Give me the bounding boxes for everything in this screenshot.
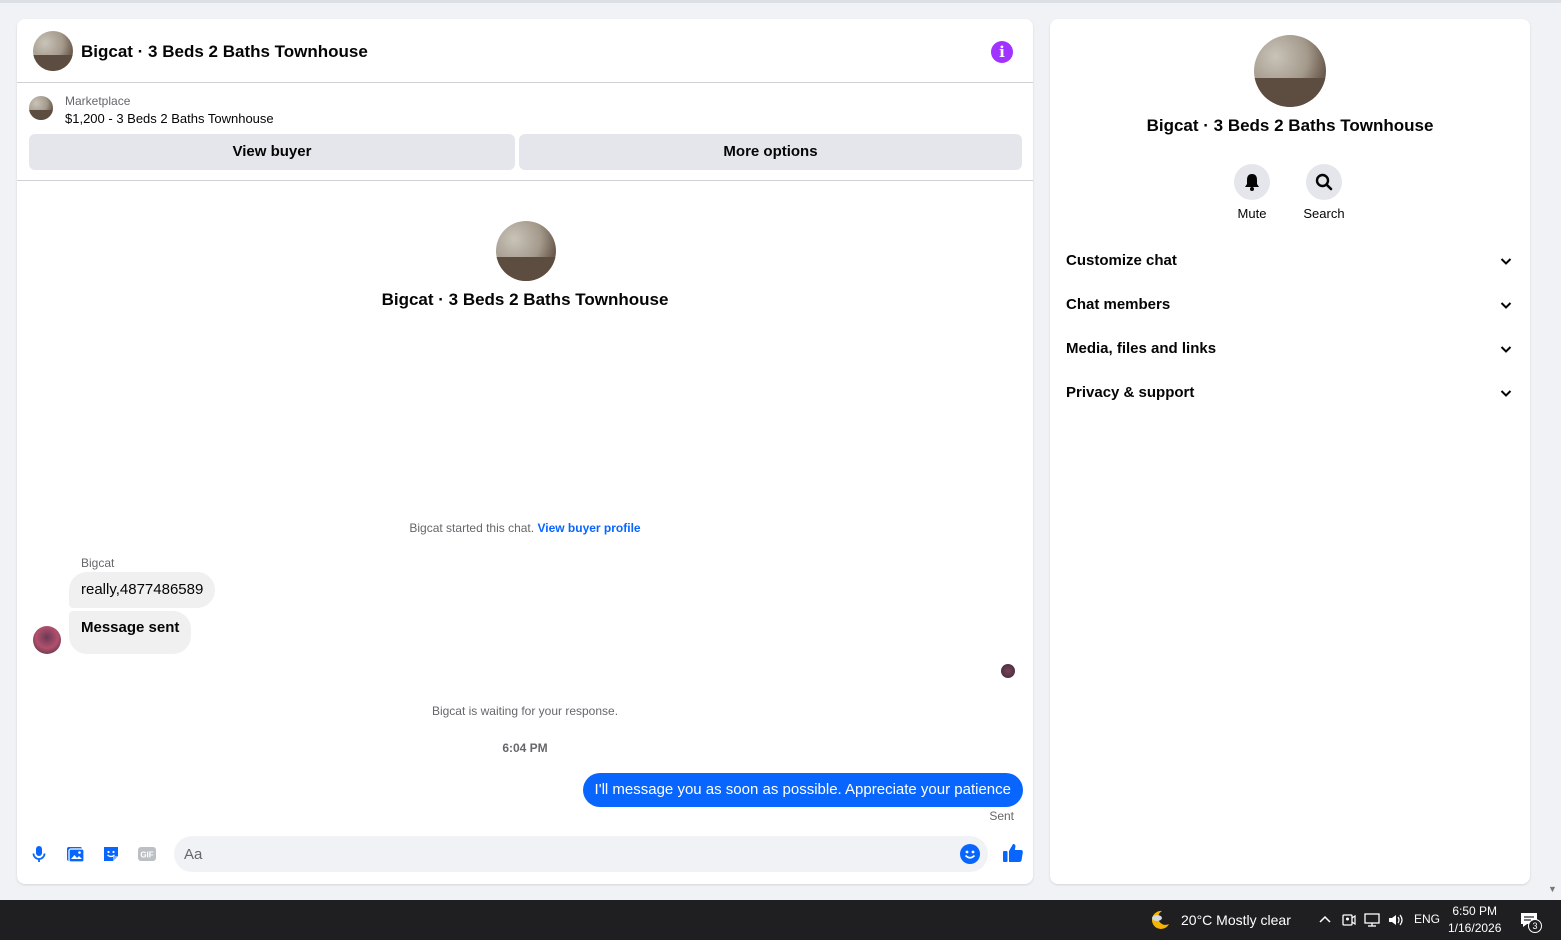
customize-chat-section[interactable]: Customize chat (1050, 239, 1530, 283)
chevron-up-icon[interactable] (1316, 911, 1334, 929)
mute-label: Mute (1237, 206, 1267, 221)
message-status: Sent (989, 809, 1014, 823)
section-label: Media, files and links (1066, 340, 1217, 357)
search-button[interactable]: Search (1294, 164, 1354, 221)
outgoing-message[interactable]: I'll message you as soon as possible. Ap… (582, 773, 1023, 807)
details-panel: Bigcat · 3 Beds 2 Baths Townhouse Mute S… (1050, 19, 1530, 884)
chevron-down-icon (1500, 258, 1512, 265)
conversation-avatar (496, 221, 556, 281)
read-receipt-avatar (1001, 664, 1015, 678)
mute-button[interactable]: Mute (1222, 164, 1282, 221)
search-label: Search (1303, 206, 1345, 221)
view-buyer-button[interactable]: View buyer (29, 134, 515, 170)
top-border (0, 0, 1561, 3)
search-icon[interactable] (1306, 164, 1342, 200)
started-text: Bigcat started this chat. (409, 521, 535, 535)
microphone-icon[interactable] (29, 844, 49, 864)
chevron-down-icon (1500, 302, 1512, 309)
marketplace-banner: Marketplace $1,200 - 3 Beds 2 Baths Town… (17, 83, 1033, 133)
photo-icon[interactable] (65, 844, 85, 864)
details-avatar (1254, 35, 1326, 107)
message-input[interactable] (184, 836, 944, 872)
moon-icon[interactable] (1148, 908, 1172, 932)
more-options-button[interactable]: More options (519, 134, 1022, 170)
listing-avatar[interactable] (33, 31, 73, 71)
chevron-down-icon (1500, 390, 1512, 397)
message-timestamp: 6:04 PM (502, 741, 548, 755)
section-label: Privacy & support (1066, 384, 1195, 401)
chat-header: Bigcat · 3 Beds 2 Baths Townhouse i (17, 19, 1033, 83)
notification-badge: 3 (1528, 919, 1542, 933)
marketplace-thumbnail (29, 96, 53, 120)
chat-started-notice: Bigcat started this chat. View buyer pro… (17, 521, 1033, 535)
chat-title[interactable]: Bigcat · 3 Beds 2 Baths Townhouse (81, 42, 368, 62)
clock-time: 6:50 PM (1452, 904, 1498, 918)
info-icon[interactable]: i (991, 41, 1013, 63)
message-input-container (174, 836, 988, 872)
marketplace-label: Marketplace (65, 94, 131, 108)
incoming-message[interactable]: really,4877486589 (69, 572, 216, 608)
conversation-title: Bigcat · 3 Beds 2 Baths Townhouse (381, 290, 669, 309)
chat-members-section[interactable]: Chat members (1050, 283, 1530, 327)
scroll-down-arrow[interactable]: ▼ (1548, 884, 1557, 894)
chat-panel: Bigcat · 3 Beds 2 Baths Townhouse i Mark… (17, 19, 1033, 884)
emoji-icon[interactable] (960, 844, 980, 864)
input-language[interactable]: ENG (1414, 912, 1440, 926)
chevron-down-icon (1500, 346, 1512, 353)
weather-text[interactable]: 20°C Mostly clear (1181, 912, 1291, 928)
media-files-links-section[interactable]: Media, files and links (1050, 327, 1530, 371)
svg-text:GIF: GIF (140, 851, 153, 860)
privacy-support-section[interactable]: Privacy & support (1050, 371, 1530, 415)
clock[interactable]: 6:50 PM 1/16/2026 (1448, 903, 1501, 937)
view-buyer-profile-link[interactable]: View buyer profile (537, 521, 640, 535)
section-label: Chat members (1066, 296, 1171, 313)
sticker-icon[interactable] (101, 844, 121, 864)
clock-date: 1/16/2026 (1448, 921, 1502, 935)
sender-avatar[interactable] (33, 626, 61, 654)
divider (17, 180, 1033, 181)
listing-price: $1,200 - 3 Beds 2 Baths Townhouse (65, 111, 274, 126)
bell-icon[interactable] (1234, 164, 1270, 200)
waiting-notice: Bigcat is waiting for your response. (431, 704, 619, 718)
thumbs-up-icon[interactable] (1001, 841, 1025, 865)
taskbar: 20°C Mostly clear ENG 6:50 PM 1/16/2026 … (0, 900, 1561, 940)
section-label: Customize chat (1066, 252, 1177, 269)
gif-icon[interactable]: GIF (137, 844, 157, 864)
sender-name: Bigcat (81, 556, 115, 570)
volume-icon[interactable] (1387, 911, 1405, 929)
incoming-message[interactable]: Message sent (69, 611, 192, 654)
meet-now-icon[interactable] (1340, 911, 1358, 929)
network-icon[interactable] (1363, 911, 1381, 929)
details-title: Bigcat · 3 Beds 2 Baths Townhouse (1146, 116, 1434, 135)
